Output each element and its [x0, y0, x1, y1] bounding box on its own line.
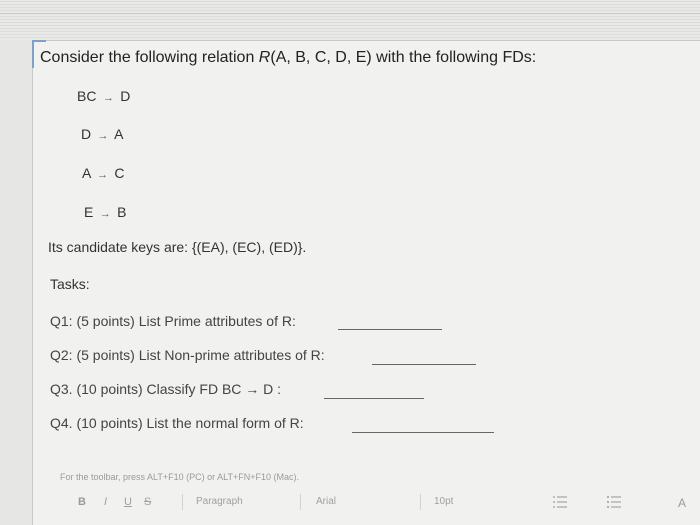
header-divider: [0, 13, 700, 14]
editor-toolbar: B I U S Paragraph Arial 10pt A: [60, 492, 700, 518]
relation-attributes: (A, B, C, D, E) with the following FDs:: [270, 49, 537, 66]
fd-rhs: B: [117, 204, 127, 220]
toolbar-divider: [300, 494, 301, 510]
font-select[interactable]: Arial: [316, 496, 336, 507]
relation-name: R: [258, 49, 271, 66]
text-color-icon[interactable]: A: [678, 496, 686, 510]
task-question: Q4. (10 points) List the normal form of …: [50, 415, 304, 431]
arrow-icon: →: [99, 208, 111, 220]
list-icon[interactable]: [552, 494, 568, 510]
candidate-keys: Its candidate keys are: {(EA), (EC), (ED…: [48, 239, 307, 255]
fd-item: BC → D: [77, 88, 130, 104]
fd-item: A → C: [82, 165, 124, 181]
arrow-icon: →: [97, 130, 109, 142]
task-question: Q2: (5 points) List Non-prime attributes…: [50, 347, 325, 363]
question-panel: [32, 40, 700, 525]
page-header-bar: [0, 0, 700, 40]
intro-text: Consider the following relation: [40, 49, 259, 66]
question-intro: Consider the following relation R(A, B, …: [40, 49, 536, 67]
numbered-list-icon[interactable]: [606, 494, 622, 510]
italic-button[interactable]: I: [104, 496, 107, 508]
fd-item: E → B: [84, 204, 126, 220]
bold-button[interactable]: B: [78, 496, 86, 508]
answer-blank[interactable]: [372, 364, 476, 365]
arrow-icon: →: [102, 92, 114, 104]
fd-rhs: A: [114, 126, 124, 142]
fd-rhs: C: [114, 165, 125, 181]
toolbar-divider: [182, 494, 183, 510]
toolbar-divider: [420, 494, 421, 510]
font-size-select[interactable]: 10pt: [434, 496, 453, 507]
paragraph-select[interactable]: Paragraph: [196, 496, 243, 507]
fd-lhs: D: [81, 126, 92, 142]
fd-lhs: BC: [77, 88, 97, 104]
strikethrough-button[interactable]: S: [144, 496, 151, 508]
fd-rhs: D: [120, 88, 131, 104]
task-question: Q3. (10 points) Classify FD BC → D :: [50, 381, 282, 397]
answer-blank[interactable]: [324, 398, 424, 399]
answer-blank[interactable]: [338, 329, 442, 330]
arrow-icon: →: [96, 169, 108, 181]
answer-blank[interactable]: [352, 432, 494, 433]
toolbar-hint: For the toolbar, press ALT+F10 (PC) or A…: [60, 472, 300, 482]
rich-text-editor: For the toolbar, press ALT+F10 (PC) or A…: [60, 464, 700, 525]
tasks-label: Tasks:: [50, 276, 90, 292]
fd-lhs: E: [84, 204, 94, 220]
task-question: Q1: (5 points) List Prime attributes of …: [50, 313, 296, 329]
fd-lhs: A: [82, 165, 91, 181]
underline-button[interactable]: U: [124, 496, 132, 508]
fd-item: D → A: [81, 126, 123, 142]
